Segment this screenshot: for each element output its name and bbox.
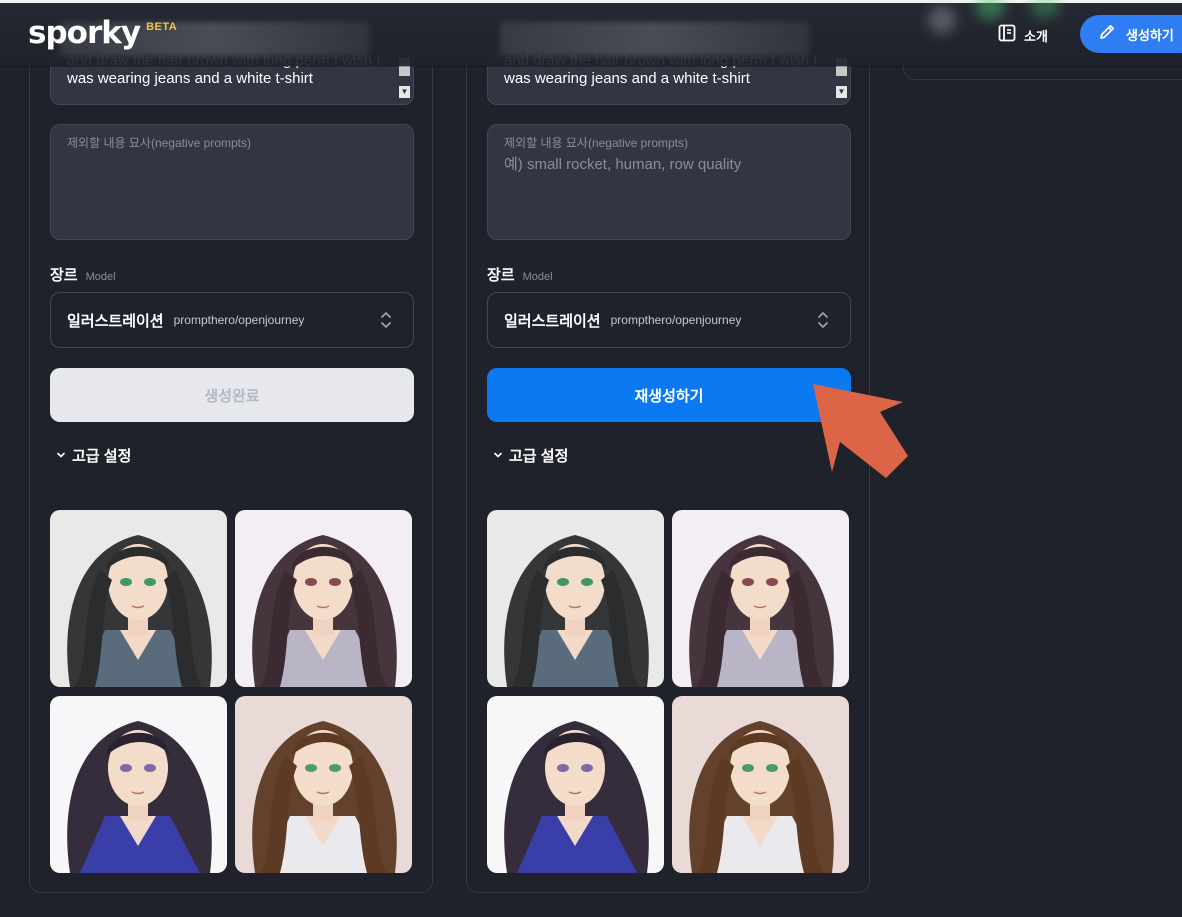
anime-portrait-curly-dark-hair-purple-eyes-icon	[50, 696, 227, 873]
negative-prompt-textarea[interactable]: 제외할 내용 묘사(negative prompts) 예) small roc…	[487, 124, 851, 240]
genre-sub-label: Model	[522, 271, 553, 283]
negative-prompt-label: 제외할 내용 묘사(negative prompts)	[67, 136, 251, 150]
pencil-icon	[1098, 23, 1116, 46]
generated-image-grid	[50, 510, 414, 874]
model-select[interactable]: 일러스트레이션 prompthero/openjourney	[50, 292, 414, 348]
blurred-decoration	[1030, 0, 1060, 18]
generation-panel-left: and draw the hair brown with long perm.I…	[29, 0, 433, 893]
book-icon	[998, 24, 1016, 47]
top-navigation-bar: sporky BETA 소개 생성하기	[0, 0, 1182, 66]
genre-label: 장르	[487, 267, 515, 284]
chevron-down-icon	[56, 447, 66, 465]
generated-image-grid	[487, 510, 851, 874]
generated-image[interactable]	[672, 510, 849, 687]
advanced-settings-label: 고급 설정	[509, 448, 569, 465]
chevron-down-icon	[493, 447, 503, 465]
anime-portrait-curly-dark-hair-purple-eyes-icon	[487, 696, 664, 873]
anime-portrait-long-brown-hair-green-eyes-icon	[235, 696, 412, 873]
model-name: 일러스트레이션	[504, 312, 601, 330]
anime-portrait-black-hair-green-eyes-icon	[50, 510, 227, 687]
generation-complete-button: 생성완료	[50, 368, 414, 422]
select-updown-icon	[816, 310, 830, 335]
regenerate-button[interactable]: 재생성하기	[487, 368, 851, 422]
genre-heading: 장르 Model	[487, 264, 553, 285]
select-updown-icon	[379, 310, 393, 335]
blurred-decoration	[975, 0, 1005, 20]
beta-badge: BETA	[146, 21, 178, 33]
model-id: prompthero/openjourney	[173, 313, 305, 327]
advanced-settings-toggle[interactable]: 고급 설정	[493, 445, 568, 466]
blurred-decoration	[928, 6, 956, 34]
sporky-logo[interactable]: sporky BETA	[28, 14, 177, 52]
nav-intro-link[interactable]: 소개	[998, 24, 1048, 47]
generated-image[interactable]	[50, 696, 227, 873]
scroll-down-arrow-icon[interactable]: ▼	[836, 86, 847, 98]
model-id: prompthero/openjourney	[610, 313, 742, 327]
genre-heading: 장르 Model	[50, 264, 116, 285]
blurred-header-content	[500, 22, 810, 56]
advanced-settings-label: 고급 설정	[72, 448, 132, 465]
anime-portrait-brown-hair-windblown-icon	[235, 510, 412, 687]
generated-image[interactable]	[487, 696, 664, 873]
generated-image[interactable]	[50, 510, 227, 687]
negative-prompt-label: 제외할 내용 묘사(negative prompts)	[504, 136, 688, 150]
create-button[interactable]: 생성하기	[1080, 15, 1182, 53]
annotation-arrow-icon	[808, 382, 908, 487]
nav-intro-label: 소개	[1024, 29, 1048, 44]
anime-portrait-long-brown-hair-green-eyes-icon	[672, 696, 849, 873]
genre-sub-label: Model	[85, 271, 116, 283]
model-name: 일러스트레이션	[67, 312, 164, 330]
scroll-down-arrow-icon[interactable]: ▼	[399, 86, 410, 98]
genre-label: 장르	[50, 267, 78, 284]
generated-image[interactable]	[235, 510, 412, 687]
logo-text: sporky	[28, 15, 141, 51]
generated-image[interactable]	[235, 696, 412, 873]
anime-portrait-brown-hair-windblown-icon	[672, 510, 849, 687]
advanced-settings-toggle[interactable]: 고급 설정	[56, 445, 131, 466]
generated-image[interactable]	[487, 510, 664, 687]
generated-image[interactable]	[672, 696, 849, 873]
create-button-label: 생성하기	[1126, 27, 1174, 43]
model-select[interactable]: 일러스트레이션 prompthero/openjourney	[487, 292, 851, 348]
negative-prompt-textarea[interactable]: 제외할 내용 묘사(negative prompts)	[50, 124, 414, 240]
anime-portrait-black-hair-green-eyes-icon	[487, 510, 664, 687]
negative-prompt-placeholder: 예) small rocket, human, row quality	[504, 156, 742, 173]
